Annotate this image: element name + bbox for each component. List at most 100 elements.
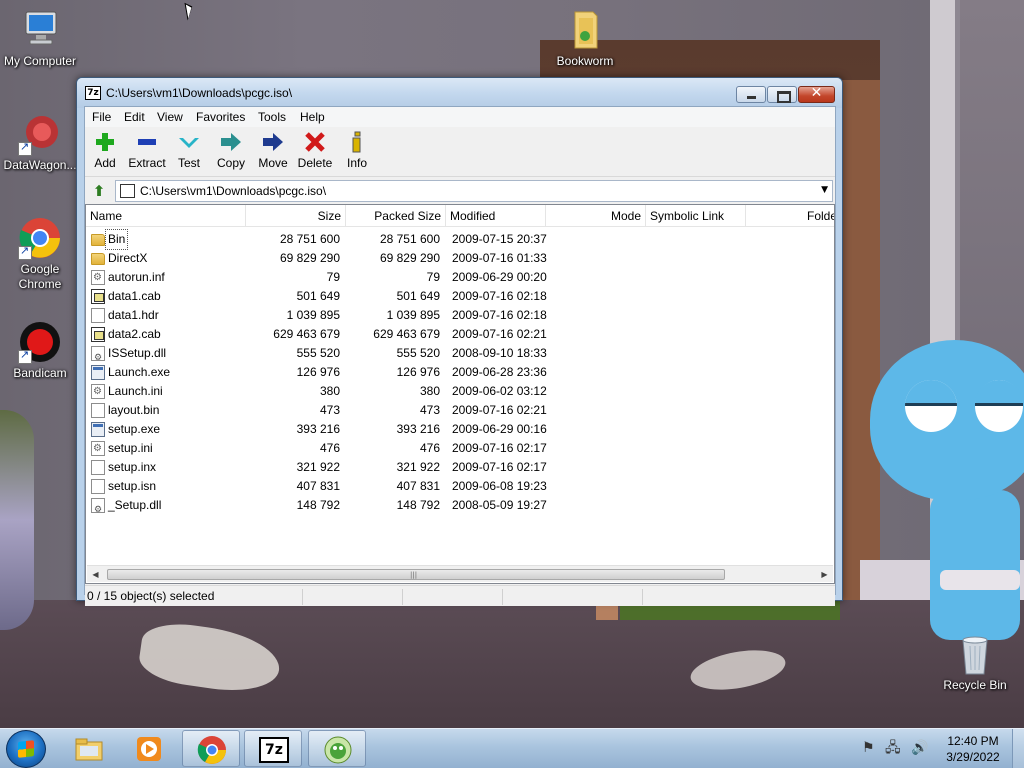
horizontal-scrollbar[interactable]: ◀ ||| ▶ — [87, 565, 833, 582]
file-modified: 2009-07-15 20:37 — [452, 232, 547, 246]
bandicam-icon — [18, 320, 62, 364]
wallpaper-shelf-post — [840, 80, 880, 600]
folder-up-button[interactable]: ⬆ — [89, 182, 109, 200]
file-row[interactable]: Launch.exe 126 976 126 976 2009-06-28 23:36 — [86, 363, 834, 382]
scroll-right-icon[interactable]: ▶ — [816, 566, 833, 583]
file-row[interactable]: setup.isn 407 831 407 831 2009-06-08 19:23 — [86, 477, 834, 496]
column-header-modified[interactable]: Modified — [446, 205, 546, 227]
chrome-icon — [18, 216, 62, 260]
file-name: Launch.ini — [108, 384, 163, 398]
file-name: setup.inx — [108, 460, 157, 474]
bookworm-icon — [323, 735, 353, 765]
path-input[interactable]: C:\Users\vm1\Downloads\pcgc.iso\ ▼ — [115, 180, 833, 202]
file-name: _Setup.dll — [108, 498, 162, 512]
file-size: 473 — [319, 403, 340, 417]
column-header-mode[interactable]: Mode — [546, 205, 646, 227]
delete-x-icon — [293, 130, 337, 156]
taskbar-app-chrome[interactable] — [182, 730, 240, 767]
taskbar-app-bookworm[interactable] — [308, 730, 366, 767]
file-row[interactable]: ISSetup.dll 555 520 555 520 2008-09-10 18:3… — [86, 344, 834, 367]
copy-button[interactable]: Copy — [209, 130, 253, 170]
copy-arrow-icon — [209, 130, 253, 156]
file-row[interactable]: data1.cab 501 649 501 649 2009-07-16 02:18 — [86, 287, 834, 306]
status-bar: 0 / 15 object(s) selected — [85, 585, 835, 606]
file-size: 1 039 895 — [286, 308, 340, 322]
datawagon-icon — [18, 112, 62, 156]
file-name: setup.isn — [108, 479, 157, 493]
chevron-down-icon[interactable]: ▼ — [821, 185, 828, 195]
scroll-left-icon[interactable]: ◀ — [87, 566, 104, 583]
recycle-bin-icon — [953, 632, 997, 676]
column-header-packed-size[interactable]: Packed Size — [346, 205, 446, 227]
taskbar-app-media-player[interactable] — [120, 730, 178, 767]
system-tray: ⚑ 🖧 🔊 — [862, 737, 935, 761]
file-packed-size: 28 751 600 — [379, 232, 440, 246]
file-list-header: Name Size Packed Size Modified Mode Symb… — [86, 205, 834, 227]
info-button[interactable]: Info — [335, 130, 379, 170]
window-titlebar[interactable]: 7z C:\Users\vm1\Downloads\pcgc.iso\ ✕ — [77, 78, 842, 108]
column-header-name[interactable]: Name — [86, 205, 246, 227]
scrollbar-thumb[interactable]: ||| — [107, 569, 725, 580]
file-row[interactable]: autorun.inf 79 79 2009-06-29 00:20 — [86, 268, 834, 287]
network-icon[interactable]: 🖧 — [885, 740, 901, 756]
menu-help[interactable]: Help — [300, 110, 325, 124]
move-button[interactable]: Move — [251, 130, 295, 170]
folder-icon — [91, 234, 105, 246]
taskbar: 7z ⚑ 🖧 🔊 12:40 PM 3/29/2022 — [0, 728, 1024, 768]
file-row[interactable]: _Setup.dll 148 792 148 792 2008-05-09 19:27 — [86, 496, 834, 519]
file-row[interactable]: setup.exe 393 216 393 216 2009-06-29 00:16 — [86, 420, 834, 439]
taskbar-app-7zip[interactable]: 7z — [244, 730, 302, 767]
test-button[interactable]: Test — [167, 130, 211, 170]
wallpaper-character-legs — [930, 490, 1020, 640]
7zip-file-manager-window[interactable]: 7z C:\Users\vm1\Downloads\pcgc.iso\ ✕ Fi… — [76, 77, 843, 606]
menu-view[interactable]: View — [157, 110, 183, 124]
menu-edit[interactable]: Edit — [124, 110, 145, 124]
cfg-file-icon — [91, 382, 105, 401]
menu-file[interactable]: File — [92, 110, 111, 124]
volume-icon[interactable]: 🔊 — [911, 740, 928, 756]
file-packed-size: 321 922 — [396, 460, 440, 474]
desktop-icon-label: Bookworm — [556, 54, 614, 68]
start-button[interactable] — [6, 730, 46, 768]
file-row[interactable]: data1.hdr 1 039 895 1 039 895 2009-07-16 02… — [86, 306, 834, 325]
maximize-button[interactable] — [767, 86, 797, 103]
file-name: Launch.exe — [108, 365, 171, 379]
file-size: 501 649 — [296, 289, 340, 303]
menu-favorites[interactable]: Favorites — [196, 110, 245, 124]
column-header-symbolic-link[interactable]: Symbolic Link — [646, 205, 746, 227]
file-name: layout.bin — [108, 403, 160, 417]
file-row[interactable]: data2.cab 629 463 679 629 463 679 2009-07-1… — [86, 325, 834, 344]
desktop-icon-bandicam[interactable]: Bandicam — [0, 320, 80, 381]
show-desktop-button[interactable] — [1012, 729, 1024, 768]
folder-icon — [563, 8, 607, 52]
column-header-folder[interactable]: Folder — [746, 205, 834, 227]
taskbar-app-explorer[interactable] — [60, 730, 118, 767]
close-button[interactable]: ✕ — [798, 85, 835, 103]
extract-button[interactable]: Extract — [125, 130, 169, 170]
desktop-icon-datawagon[interactable]: DataWagon... — [0, 112, 80, 173]
desktop-icon-bookworm[interactable]: Bookworm — [545, 8, 625, 69]
menu-tools[interactable]: Tools — [258, 110, 286, 124]
add-button[interactable]: Add — [83, 130, 127, 170]
desktop-icon-my-computer[interactable]: My Computer — [0, 8, 80, 69]
file-size: 380 — [319, 384, 340, 398]
minimize-button[interactable] — [736, 86, 766, 103]
file-row[interactable]: Launch.ini 380 380 2009-06-02 03:12 — [86, 382, 834, 401]
action-center-flag-icon[interactable]: ⚑ — [862, 740, 875, 756]
file-modified: 2009-06-29 00:16 — [452, 422, 547, 436]
file-list[interactable]: Name Size Packed Size Modified Mode Symb… — [85, 204, 835, 584]
file-row[interactable]: DirectX 69 829 290 69 829 290 2009-07-16 01… — [86, 249, 834, 268]
delete-button[interactable]: Delete — [293, 130, 337, 170]
exe-file-icon — [91, 365, 105, 380]
file-name: Bin — [104, 229, 129, 250]
column-header-size[interactable]: Size — [246, 205, 346, 227]
file-file-icon — [91, 403, 105, 418]
7zip-app-icon: 7z — [85, 86, 101, 100]
file-row[interactable]: layout.bin 473 473 2009-07-16 02:21 — [86, 401, 834, 420]
file-row[interactable]: setup.ini 476 476 2009-07-16 02:17 — [86, 439, 834, 458]
file-row[interactable]: setup.inx 321 922 321 922 2009-07-16 02:17 — [86, 458, 834, 477]
file-row[interactable]: Bin 28 751 600 28 751 600 2009-07-15 20:37 — [86, 229, 834, 250]
desktop-icon-google-chrome[interactable]: Google Chrome — [0, 216, 80, 292]
taskbar-clock[interactable]: 12:40 PM 3/29/2022 — [938, 733, 1008, 765]
desktop-icon-recycle-bin[interactable]: Recycle Bin — [935, 632, 1015, 693]
